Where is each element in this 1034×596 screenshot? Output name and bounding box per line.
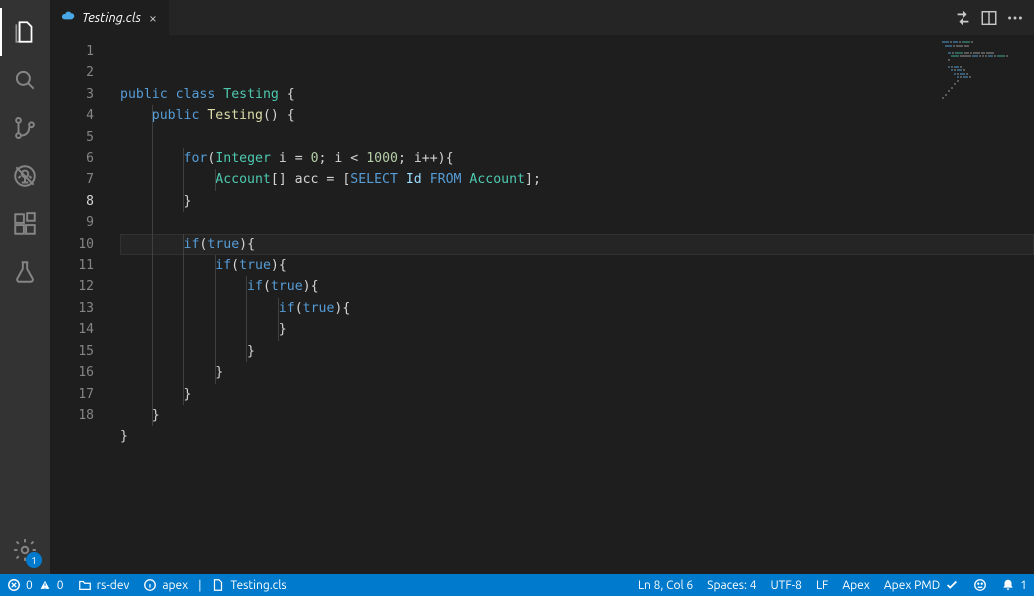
file-icon [211, 578, 225, 592]
warning-icon [38, 578, 52, 592]
status-branch[interactable]: rs-dev [71, 574, 137, 596]
tab-filename: Testing.cls [82, 11, 141, 25]
warning-count: 0 [57, 579, 64, 592]
status-separator: | [195, 574, 204, 596]
compare-changes-icon[interactable] [954, 9, 972, 27]
status-bar: 0 0 rs-dev apex | Testing.cls Ln 8, Col … [0, 574, 1034, 596]
bell-icon [1001, 578, 1015, 592]
split-editor-icon[interactable] [980, 9, 998, 27]
error-count: 0 [26, 579, 33, 592]
test-beaker-icon[interactable] [0, 248, 50, 296]
folder-icon [78, 578, 92, 592]
lang-status-text: apex [162, 579, 188, 592]
tab-bar: Testing.cls × [50, 0, 1034, 35]
salesforce-cloud-icon [60, 10, 76, 25]
status-apex-pmd[interactable]: Apex PMD [877, 574, 966, 596]
code-content[interactable]: public class Testing { public Testing() … [108, 35, 1034, 574]
settings-badge: 1 [26, 552, 42, 568]
status-cursor-position[interactable]: Ln 8, Col 6 [631, 574, 700, 596]
info-icon [143, 578, 157, 592]
file-status-text: Testing.cls [230, 579, 286, 592]
status-notifications[interactable]: 1 [994, 574, 1034, 596]
more-actions-icon[interactable] [1006, 9, 1024, 27]
status-language-mode[interactable]: Apex [835, 574, 877, 596]
debug-icon[interactable] [0, 152, 50, 200]
editor-area[interactable]: 123456789101112131415161718 public class… [50, 35, 1034, 574]
status-encoding[interactable]: UTF-8 [763, 574, 808, 596]
status-language-server[interactable]: apex [136, 574, 195, 596]
tab-testing-cls[interactable]: Testing.cls × [50, 0, 170, 35]
error-icon [7, 578, 21, 592]
settings-gear-icon[interactable]: 1 [0, 526, 50, 574]
search-icon[interactable] [0, 56, 50, 104]
line-number-gutter: 123456789101112131415161718 [50, 35, 108, 574]
check-icon [945, 578, 959, 592]
source-control-icon[interactable] [0, 104, 50, 152]
smiley-icon [973, 578, 987, 592]
close-icon[interactable]: × [147, 10, 159, 26]
explorer-icon[interactable] [0, 8, 50, 56]
status-file[interactable]: Testing.cls [204, 574, 293, 596]
notification-count: 1 [1020, 579, 1027, 592]
status-indentation[interactable]: Spaces: 4 [700, 574, 763, 596]
branch-name: rs-dev [97, 579, 130, 592]
status-eol[interactable]: LF [809, 574, 835, 596]
status-errors[interactable]: 0 0 [0, 574, 71, 596]
activity-bar: 1 [0, 0, 50, 574]
extensions-icon[interactable] [0, 200, 50, 248]
status-feedback[interactable] [966, 574, 994, 596]
